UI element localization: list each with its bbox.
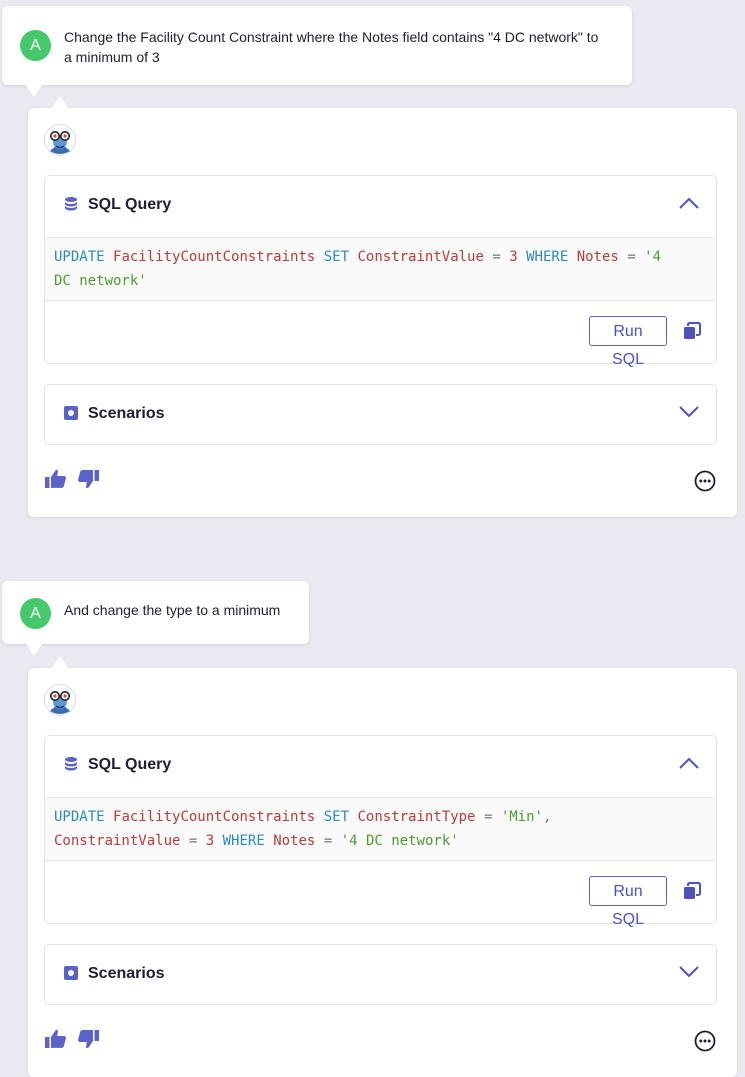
user-avatar: A bbox=[20, 30, 51, 61]
bot-avatar-icon bbox=[44, 124, 76, 156]
thumbs-up-icon[interactable] bbox=[44, 1028, 68, 1050]
scenarios-panel[interactable]: Scenarios bbox=[44, 944, 717, 1005]
sql-code-block: UPDATE FacilityCountConstraints SET Cons… bbox=[45, 797, 715, 861]
code-token: 'Min' bbox=[500, 809, 543, 825]
chevron-up-icon[interactable] bbox=[678, 196, 700, 210]
code-line: UPDATE FacilityCountConstraints SET Cons… bbox=[54, 805, 715, 829]
chevron-down-icon[interactable] bbox=[678, 965, 700, 979]
code-line: ConstraintValue = 3 WHERE Notes = '4 DC … bbox=[54, 829, 715, 853]
user-message-text: And change the type to a minimum bbox=[64, 600, 280, 620]
user-message-text: Change the Facility Count Constraint whe… bbox=[64, 27, 598, 67]
code-line: UPDATE FacilityCountConstraints SET Cons… bbox=[54, 245, 715, 269]
bot-avatar-icon bbox=[44, 684, 76, 716]
copy-icon[interactable] bbox=[683, 322, 701, 340]
code-token: = bbox=[323, 833, 333, 849]
database-icon bbox=[65, 757, 77, 771]
code-token: FacilityCountConstraints bbox=[113, 249, 316, 265]
code-token: WHERE bbox=[526, 249, 569, 265]
user-message: A Change the Facility Count Constraint w… bbox=[2, 6, 632, 97]
bot-response-card: SQL Query UPDATE FacilityCountConstraint… bbox=[28, 656, 737, 1077]
bot-response-card: SQL Query UPDATE FacilityCountConstraint… bbox=[28, 96, 737, 517]
code-token: Notes bbox=[576, 249, 619, 265]
code-token: ConstraintValue bbox=[54, 833, 181, 849]
run-sql-button[interactable]: Run SQL bbox=[589, 316, 667, 368]
sql-query-panel: SQL Query UPDATE FacilityCountConstraint… bbox=[44, 735, 717, 928]
code-token: ConstraintValue bbox=[357, 249, 484, 265]
copy-icon[interactable] bbox=[683, 882, 701, 900]
run-sql-button[interactable]: Run SQL bbox=[589, 876, 667, 928]
database-icon bbox=[65, 197, 77, 211]
code-token: SET bbox=[323, 249, 350, 265]
scenarios-title: Scenarios bbox=[88, 965, 165, 982]
code-token: DC network' bbox=[54, 273, 147, 289]
sql-code-block: UPDATE FacilityCountConstraints SET Cons… bbox=[45, 237, 715, 301]
code-token: Notes bbox=[273, 833, 316, 849]
scenario-icon bbox=[64, 966, 78, 980]
thumbs-down-icon[interactable] bbox=[76, 1028, 100, 1050]
scenarios-panel[interactable]: Scenarios bbox=[44, 384, 717, 445]
code-token: 3 bbox=[509, 249, 518, 265]
chevron-up-icon[interactable] bbox=[678, 756, 700, 770]
more-options-icon[interactable] bbox=[694, 470, 716, 492]
code-token: UPDATE bbox=[54, 809, 105, 825]
thumbs-up-icon[interactable] bbox=[44, 468, 68, 490]
code-token: 3 bbox=[205, 833, 215, 849]
code-token: UPDATE bbox=[54, 249, 105, 265]
code-token: SET bbox=[323, 809, 350, 825]
code-line: DC network' bbox=[54, 269, 715, 293]
user-message-line: And change the type to a minimum bbox=[64, 602, 281, 618]
thumbs-down-icon[interactable] bbox=[76, 468, 100, 490]
code-token: ConstraintType bbox=[357, 809, 476, 825]
code-token: '4 bbox=[644, 249, 662, 265]
sql-query-panel: SQL Query UPDATE FacilityCountConstraint… bbox=[44, 175, 717, 368]
code-token: FacilityCountConstraints bbox=[113, 809, 316, 825]
chevron-down-icon[interactable] bbox=[678, 405, 700, 419]
code-token: , bbox=[542, 809, 552, 825]
code-token: = bbox=[627, 249, 636, 265]
more-options-icon[interactable] bbox=[694, 1030, 716, 1052]
user-avatar: A bbox=[20, 598, 51, 629]
user-message-line: a minimum of 3 bbox=[64, 49, 160, 65]
scenario-icon bbox=[64, 406, 78, 420]
code-token: = bbox=[492, 249, 501, 265]
sql-query-title: SQL Query bbox=[88, 756, 172, 773]
code-token: '4 DC network' bbox=[340, 833, 459, 849]
sql-query-title: SQL Query bbox=[88, 196, 172, 213]
scenarios-title: Scenarios bbox=[88, 405, 165, 422]
user-message: A And change the type to a minimum bbox=[2, 581, 309, 656]
code-token: WHERE bbox=[222, 833, 265, 849]
user-message-line: Change the Facility Count Constraint whe… bbox=[64, 29, 599, 45]
